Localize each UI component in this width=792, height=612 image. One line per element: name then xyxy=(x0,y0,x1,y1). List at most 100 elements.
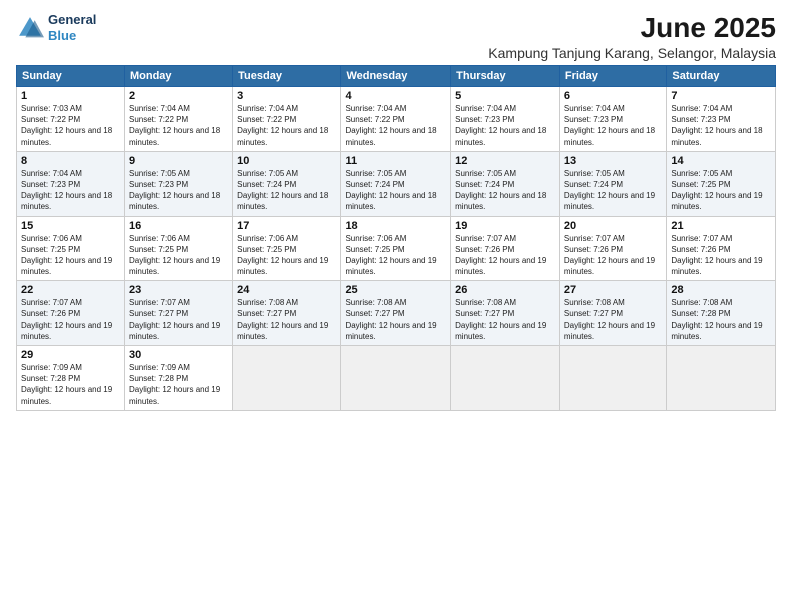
table-row: 2Sunrise: 7:04 AMSunset: 7:22 PMDaylight… xyxy=(124,87,232,152)
day-number: 24 xyxy=(237,284,336,296)
table-row: 12Sunrise: 7:05 AMSunset: 7:24 PMDayligh… xyxy=(451,151,560,216)
day-info: Sunrise: 7:06 AMSunset: 7:25 PMDaylight:… xyxy=(21,233,120,278)
day-info: Sunrise: 7:04 AMSunset: 7:22 PMDaylight:… xyxy=(129,103,228,148)
day-number: 14 xyxy=(671,155,771,167)
day-number: 27 xyxy=(564,284,662,296)
day-info: Sunrise: 7:03 AMSunset: 7:22 PMDaylight:… xyxy=(21,103,120,148)
title-block: June 2025 Kampung Tanjung Karang, Selang… xyxy=(488,12,776,61)
day-number: 3 xyxy=(237,90,336,102)
table-row: 27Sunrise: 7:08 AMSunset: 7:27 PMDayligh… xyxy=(559,281,666,346)
calendar-row: 22Sunrise: 7:07 AMSunset: 7:26 PMDayligh… xyxy=(17,281,776,346)
day-info: Sunrise: 7:05 AMSunset: 7:24 PMDaylight:… xyxy=(345,168,446,213)
logo-icon xyxy=(16,14,44,42)
day-number: 22 xyxy=(21,284,120,296)
day-number: 20 xyxy=(564,220,662,232)
day-number: 9 xyxy=(129,155,228,167)
day-info: Sunrise: 7:07 AMSunset: 7:26 PMDaylight:… xyxy=(455,233,555,278)
day-info: Sunrise: 7:09 AMSunset: 7:28 PMDaylight:… xyxy=(21,362,120,407)
col-tuesday: Tuesday xyxy=(233,66,341,87)
day-info: Sunrise: 7:07 AMSunset: 7:26 PMDaylight:… xyxy=(671,233,771,278)
table-row xyxy=(559,346,666,411)
day-info: Sunrise: 7:08 AMSunset: 7:27 PMDaylight:… xyxy=(237,297,336,342)
day-number: 26 xyxy=(455,284,555,296)
day-info: Sunrise: 7:05 AMSunset: 7:24 PMDaylight:… xyxy=(455,168,555,213)
table-row: 8Sunrise: 7:04 AMSunset: 7:23 PMDaylight… xyxy=(17,151,125,216)
day-info: Sunrise: 7:04 AMSunset: 7:22 PMDaylight:… xyxy=(237,103,336,148)
table-row: 26Sunrise: 7:08 AMSunset: 7:27 PMDayligh… xyxy=(451,281,560,346)
day-number: 4 xyxy=(345,90,446,102)
calendar-row: 29Sunrise: 7:09 AMSunset: 7:28 PMDayligh… xyxy=(17,346,776,411)
day-number: 2 xyxy=(129,90,228,102)
table-row: 18Sunrise: 7:06 AMSunset: 7:25 PMDayligh… xyxy=(341,216,451,281)
day-number: 1 xyxy=(21,90,120,102)
day-info: Sunrise: 7:05 AMSunset: 7:25 PMDaylight:… xyxy=(671,168,771,213)
day-info: Sunrise: 7:07 AMSunset: 7:26 PMDaylight:… xyxy=(21,297,120,342)
table-row: 10Sunrise: 7:05 AMSunset: 7:24 PMDayligh… xyxy=(233,151,341,216)
header: General Blue June 2025 Kampung Tanjung K… xyxy=(16,12,776,61)
table-row: 15Sunrise: 7:06 AMSunset: 7:25 PMDayligh… xyxy=(17,216,125,281)
col-saturday: Saturday xyxy=(667,66,776,87)
day-number: 21 xyxy=(671,220,771,232)
main-title: June 2025 xyxy=(488,12,776,44)
table-row: 20Sunrise: 7:07 AMSunset: 7:26 PMDayligh… xyxy=(559,216,666,281)
table-row: 4Sunrise: 7:04 AMSunset: 7:22 PMDaylight… xyxy=(341,87,451,152)
day-number: 28 xyxy=(671,284,771,296)
table-row: 3Sunrise: 7:04 AMSunset: 7:22 PMDaylight… xyxy=(233,87,341,152)
day-info: Sunrise: 7:05 AMSunset: 7:24 PMDaylight:… xyxy=(564,168,662,213)
day-info: Sunrise: 7:06 AMSunset: 7:25 PMDaylight:… xyxy=(345,233,446,278)
calendar-header-row: Sunday Monday Tuesday Wednesday Thursday… xyxy=(17,66,776,87)
table-row: 16Sunrise: 7:06 AMSunset: 7:25 PMDayligh… xyxy=(124,216,232,281)
col-sunday: Sunday xyxy=(17,66,125,87)
calendar-table: Sunday Monday Tuesday Wednesday Thursday… xyxy=(16,65,776,411)
logo-text: General Blue xyxy=(48,12,96,43)
table-row: 9Sunrise: 7:05 AMSunset: 7:23 PMDaylight… xyxy=(124,151,232,216)
table-row: 1Sunrise: 7:03 AMSunset: 7:22 PMDaylight… xyxy=(17,87,125,152)
calendar-row: 15Sunrise: 7:06 AMSunset: 7:25 PMDayligh… xyxy=(17,216,776,281)
day-number: 12 xyxy=(455,155,555,167)
day-number: 8 xyxy=(21,155,120,167)
day-info: Sunrise: 7:07 AMSunset: 7:27 PMDaylight:… xyxy=(129,297,228,342)
day-number: 19 xyxy=(455,220,555,232)
day-number: 10 xyxy=(237,155,336,167)
table-row: 29Sunrise: 7:09 AMSunset: 7:28 PMDayligh… xyxy=(17,346,125,411)
day-number: 5 xyxy=(455,90,555,102)
table-row: 7Sunrise: 7:04 AMSunset: 7:23 PMDaylight… xyxy=(667,87,776,152)
day-info: Sunrise: 7:08 AMSunset: 7:27 PMDaylight:… xyxy=(455,297,555,342)
day-number: 23 xyxy=(129,284,228,296)
subtitle: Kampung Tanjung Karang, Selangor, Malays… xyxy=(488,45,776,61)
table-row: 13Sunrise: 7:05 AMSunset: 7:24 PMDayligh… xyxy=(559,151,666,216)
table-row: 19Sunrise: 7:07 AMSunset: 7:26 PMDayligh… xyxy=(451,216,560,281)
day-info: Sunrise: 7:06 AMSunset: 7:25 PMDaylight:… xyxy=(237,233,336,278)
table-row xyxy=(451,346,560,411)
day-number: 7 xyxy=(671,90,771,102)
day-number: 11 xyxy=(345,155,446,167)
table-row: 11Sunrise: 7:05 AMSunset: 7:24 PMDayligh… xyxy=(341,151,451,216)
day-number: 18 xyxy=(345,220,446,232)
day-info: Sunrise: 7:08 AMSunset: 7:27 PMDaylight:… xyxy=(564,297,662,342)
day-number: 25 xyxy=(345,284,446,296)
table-row: 23Sunrise: 7:07 AMSunset: 7:27 PMDayligh… xyxy=(124,281,232,346)
page: General Blue June 2025 Kampung Tanjung K… xyxy=(0,0,792,612)
day-info: Sunrise: 7:04 AMSunset: 7:23 PMDaylight:… xyxy=(21,168,120,213)
day-info: Sunrise: 7:08 AMSunset: 7:27 PMDaylight:… xyxy=(345,297,446,342)
table-row: 17Sunrise: 7:06 AMSunset: 7:25 PMDayligh… xyxy=(233,216,341,281)
day-number: 17 xyxy=(237,220,336,232)
day-info: Sunrise: 7:04 AMSunset: 7:22 PMDaylight:… xyxy=(345,103,446,148)
table-row: 6Sunrise: 7:04 AMSunset: 7:23 PMDaylight… xyxy=(559,87,666,152)
day-number: 30 xyxy=(129,349,228,361)
day-info: Sunrise: 7:06 AMSunset: 7:25 PMDaylight:… xyxy=(129,233,228,278)
col-monday: Monday xyxy=(124,66,232,87)
table-row: 5Sunrise: 7:04 AMSunset: 7:23 PMDaylight… xyxy=(451,87,560,152)
col-thursday: Thursday xyxy=(451,66,560,87)
table-row: 28Sunrise: 7:08 AMSunset: 7:28 PMDayligh… xyxy=(667,281,776,346)
table-row: 24Sunrise: 7:08 AMSunset: 7:27 PMDayligh… xyxy=(233,281,341,346)
logo: General Blue xyxy=(16,12,96,43)
day-info: Sunrise: 7:04 AMSunset: 7:23 PMDaylight:… xyxy=(564,103,662,148)
day-number: 15 xyxy=(21,220,120,232)
day-info: Sunrise: 7:05 AMSunset: 7:23 PMDaylight:… xyxy=(129,168,228,213)
table-row xyxy=(667,346,776,411)
day-info: Sunrise: 7:08 AMSunset: 7:28 PMDaylight:… xyxy=(671,297,771,342)
col-friday: Friday xyxy=(559,66,666,87)
col-wednesday: Wednesday xyxy=(341,66,451,87)
day-info: Sunrise: 7:04 AMSunset: 7:23 PMDaylight:… xyxy=(455,103,555,148)
